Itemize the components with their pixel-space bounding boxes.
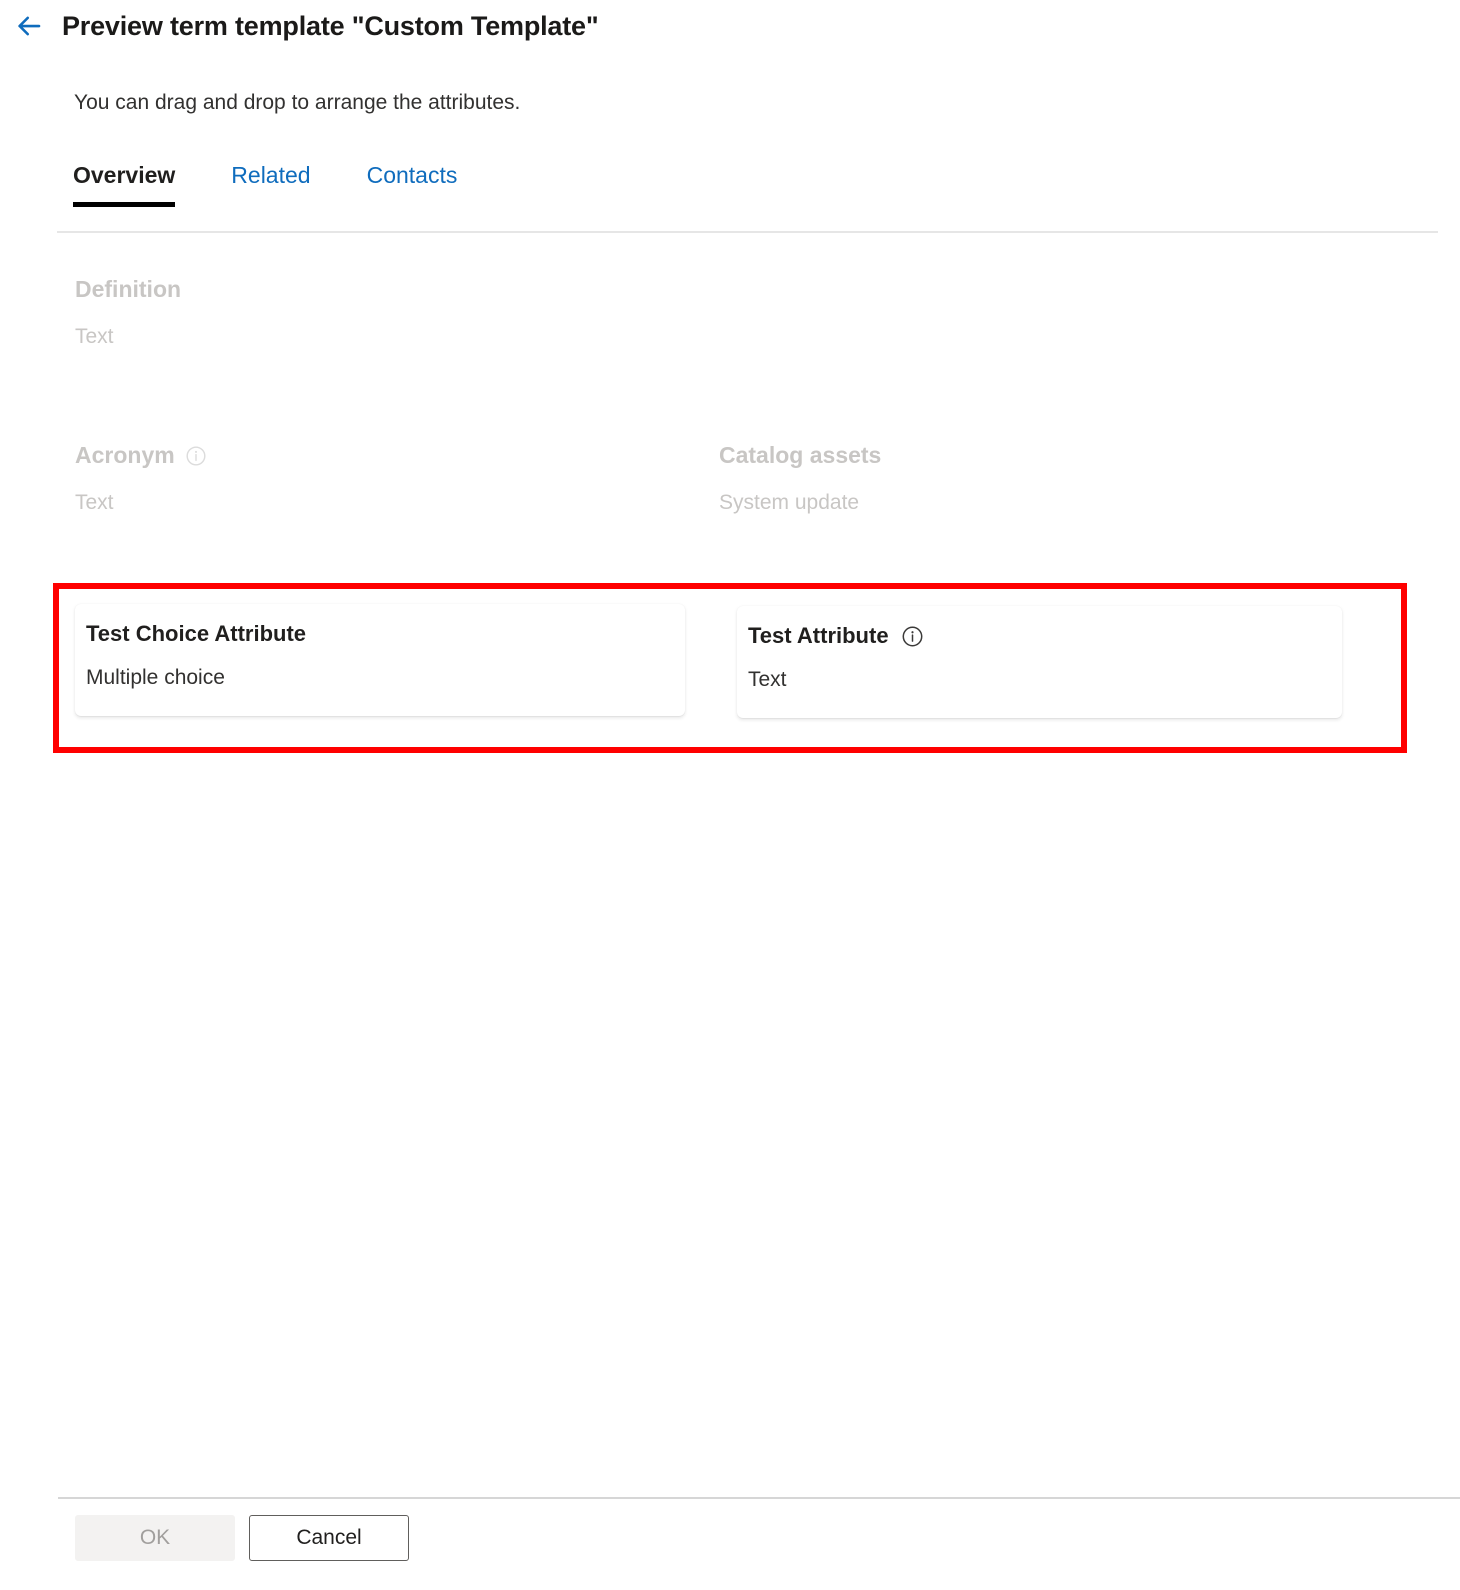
field-catalog-assets: Catalog assets System update: [719, 442, 881, 515]
field-definition-label: Definition: [75, 276, 181, 303]
field-acronym-label: Acronym: [75, 442, 207, 469]
page-title: Preview term template "Custom Template": [62, 11, 598, 42]
field-definition-value: Text: [75, 325, 181, 349]
instruction-text: You can drag and drop to arrange the att…: [74, 91, 520, 115]
tab-bar: Overview Related Contacts: [73, 162, 513, 207]
tab-overview[interactable]: Overview: [73, 162, 175, 207]
tab-related[interactable]: Related: [231, 162, 310, 207]
dialog-footer: OK Cancel: [75, 1515, 409, 1561]
attribute-card-title-text: Test Choice Attribute: [86, 621, 306, 647]
field-definition: Definition Text: [75, 276, 181, 349]
back-arrow-glyph: [14, 11, 44, 41]
tab-contacts[interactable]: Contacts: [367, 162, 458, 207]
field-catalog-assets-value: System update: [719, 491, 881, 515]
attribute-card-title: Test Choice Attribute: [86, 621, 306, 647]
field-catalog-assets-label-text: Catalog assets: [719, 442, 881, 469]
tab-bottom-divider: [57, 231, 1438, 233]
attribute-card-type: Text: [748, 668, 787, 692]
ok-button[interactable]: OK: [75, 1515, 235, 1561]
field-acronym: Acronym Text: [75, 442, 207, 515]
field-catalog-assets-label: Catalog assets: [719, 442, 881, 469]
cancel-button[interactable]: Cancel: [249, 1515, 409, 1561]
info-icon-glyph: [185, 445, 207, 467]
field-acronym-label-text: Acronym: [75, 442, 175, 469]
attribute-card-test-choice-attribute[interactable]: Test Choice Attribute Multiple choice: [75, 604, 685, 716]
page-header: Preview term template "Custom Template": [0, 0, 1460, 52]
footer-divider: [58, 1497, 1460, 1499]
attribute-card-test-attribute[interactable]: Test Attribute Text: [737, 606, 1342, 718]
attribute-card-title-text: Test Attribute: [748, 623, 889, 649]
info-icon[interactable]: [901, 625, 924, 648]
attribute-card-type: Multiple choice: [86, 666, 225, 690]
attribute-card-title: Test Attribute: [748, 623, 924, 649]
info-icon-glyph: [901, 625, 924, 648]
info-icon: [185, 445, 207, 467]
field-definition-label-text: Definition: [75, 276, 181, 303]
back-arrow-icon[interactable]: [6, 3, 52, 49]
field-acronym-value: Text: [75, 491, 207, 515]
